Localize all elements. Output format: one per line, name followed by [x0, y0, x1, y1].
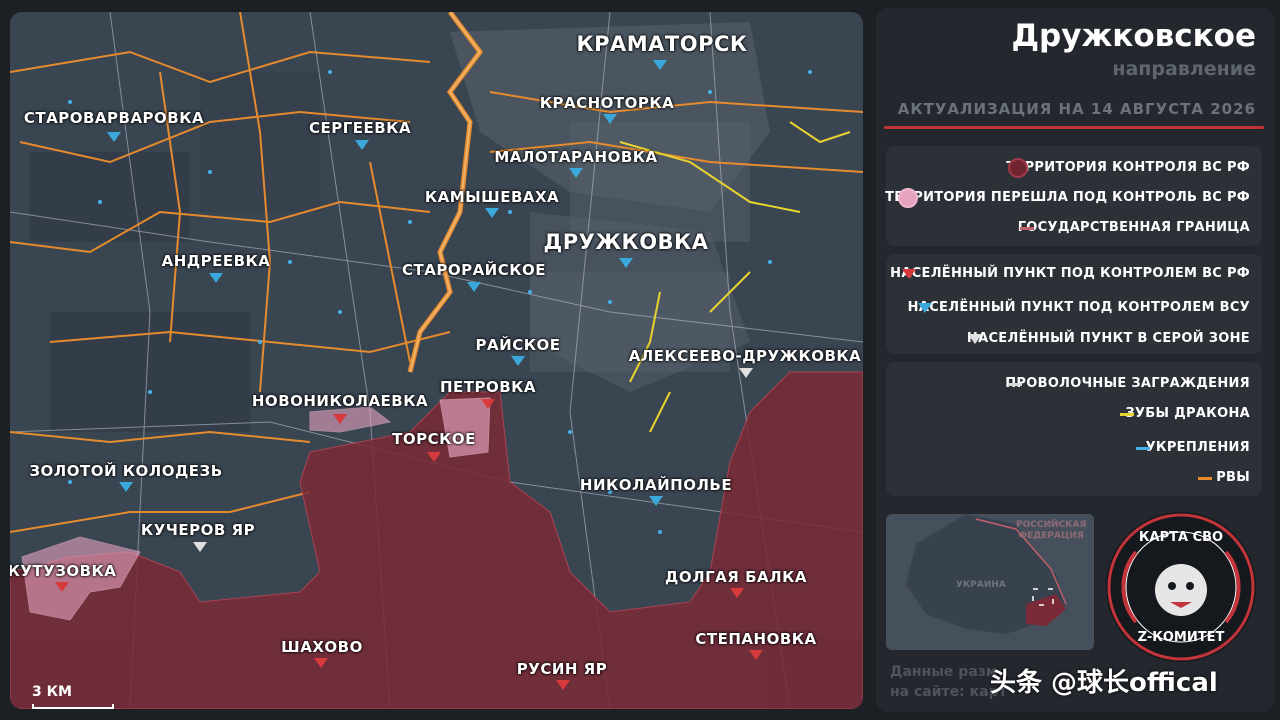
place-label: КУЧЕРОВ ЯР — [140, 521, 256, 539]
border-line-swatch-icon — [1020, 227, 1034, 230]
watermark: 头条 @球长offical — [990, 668, 1218, 698]
place-label: КРАМАТОРСК — [576, 32, 748, 56]
settlement-ru-marker-icon[interactable] — [730, 588, 744, 598]
settlement-ua-marker-icon[interactable] — [209, 273, 223, 283]
legend-item: ТЕРРИТОРИЯ КОНТРОЛЯ ВС РФ — [1006, 160, 1250, 175]
settlement-ru-marker-icon[interactable] — [427, 452, 441, 462]
place-label: ДРУЖКОВКА — [543, 230, 709, 254]
legend-item: РВЫ — [1216, 470, 1250, 485]
settlement-ua-marker-icon[interactable] — [107, 132, 121, 142]
legend-item: НАСЕЛЁННЫЙ ПУНКТ В СЕРОЙ ЗОНЕ — [966, 331, 1250, 346]
ditch-swatch-icon — [1198, 477, 1212, 480]
map-view[interactable]: КРАМАТОРСК СТАРОВАРВАРОВКА СЕРГЕЕВКА КРА… — [10, 12, 863, 709]
legend-item: НАСЕЛЁННЫЙ ПУНКТ ПОД КОНТРОЛЕМ ВСУ — [907, 300, 1250, 315]
place-label: НОВОНИКОЛАЕВКА — [251, 392, 429, 410]
place-label: КУТУЗОВКА — [10, 562, 117, 580]
legend-item: УКРЕПЛЕНИЯ — [1145, 440, 1250, 455]
place-label: РУСИН ЯР — [516, 660, 608, 678]
map-subtitle: направление — [1112, 58, 1256, 80]
settlement-ua-marker-icon[interactable] — [653, 60, 667, 70]
inset-label-russia: РОССИЙСКАЯ ФЕДЕРАЦИЯ — [1016, 520, 1087, 541]
divider — [884, 126, 1264, 129]
place-label: АНДРЕЕВКА — [161, 252, 271, 270]
place-label: РАЙСКОЕ — [475, 336, 561, 354]
ua-settlement-swatch-icon — [918, 303, 932, 313]
settlement-ua-marker-icon[interactable] — [511, 356, 525, 366]
legend-territory-box: ТЕРРИТОРИЯ КОНТРОЛЯ ВС РФ ТЕРРИТОРИЯ ПЕР… — [885, 146, 1262, 246]
update-date: АКТУАЛИЗАЦИЯ НА 14 АВГУСТА 2026 — [897, 100, 1256, 118]
settlement-ru-marker-icon[interactable] — [556, 680, 570, 690]
wire-swatch-icon — [1008, 383, 1022, 386]
place-label: СТЕПАНОВКА — [695, 630, 817, 648]
fortification-swatch-icon — [1136, 447, 1150, 450]
place-label: СТАРОРАЙСКОЕ — [401, 261, 547, 279]
overview-inset-map[interactable]: РОССИЙСКАЯ ФЕДЕРАЦИЯ УКРАИНА — [886, 514, 1094, 650]
gray-settlement-swatch-icon — [968, 334, 982, 344]
legend-item: НАСЕЛЁННЫЙ ПУНКТ ПОД КОНТРОЛЕМ ВС РФ — [890, 266, 1250, 281]
place-label: ДОЛГАЯ БАЛКА — [665, 568, 807, 586]
place-label: СТАРОВАРВАРОВКА — [23, 109, 205, 127]
legend-item: ГОСУДАРСТВЕННАЯ ГРАНИЦА — [1017, 220, 1250, 235]
settlement-ua-marker-icon[interactable] — [355, 140, 369, 150]
legend-item: ПРОВОЛОЧНЫЕ ЗАГРАЖДЕНИЯ — [1005, 376, 1250, 391]
legend-settlement-box: НАСЕЛЁННЫЙ ПУНКТ ПОД КОНТРОЛЕМ ВС РФ НАС… — [886, 254, 1262, 354]
place-label: АЛЕКСЕЕВО-ДРУЖКОВКА — [628, 347, 862, 365]
place-label: ЗОЛОТОЙ КОЛОДЕЗЬ — [29, 462, 223, 480]
settlement-ru-marker-icon[interactable] — [55, 582, 69, 592]
legend-item: ЗУБЫ ДРАКОНА — [1125, 406, 1250, 421]
place-label: КРАСНОТОРКА — [539, 94, 675, 112]
settlement-ua-marker-icon[interactable] — [485, 208, 499, 218]
place-label: ПЕТРОВКА — [439, 378, 537, 396]
logo-top-text: КАРТА СВО — [1138, 530, 1224, 545]
scale-label: 3 КМ — [32, 684, 72, 700]
settlement-ua-marker-icon[interactable] — [569, 168, 583, 178]
logo: КАРТА СВО Z-КОМИТЕТ — [1106, 512, 1256, 662]
settlement-ua-marker-icon[interactable] — [467, 282, 481, 292]
settlement-ru-marker-icon[interactable] — [333, 414, 347, 424]
legend-fortification-box: ПРОВОЛОЧНЫЕ ЗАГРАЖДЕНИЯ ЗУБЫ ДРАКОНА УКР… — [886, 362, 1262, 496]
ru-territory-swatch-icon — [1008, 158, 1028, 178]
ru-settlement-swatch-icon — [902, 269, 916, 279]
map-title: Дружковское — [1011, 18, 1256, 54]
settlement-ua-marker-icon[interactable] — [649, 496, 663, 506]
settlement-ua-marker-icon[interactable] — [603, 114, 617, 124]
new-territory-swatch-icon — [898, 188, 918, 208]
legend-item: ТЕРРИТОРИЯ ПЕРЕШЛА ПОД КОНТРОЛЬ ВС РФ — [885, 190, 1250, 205]
place-label: МАЛОТАРАНОВКА — [494, 148, 658, 166]
settlement-ua-marker-icon[interactable] — [119, 482, 133, 492]
logo-bottom-text: Z-КОМИТЕТ — [1137, 630, 1225, 645]
scale-bar: 3 КМ — [32, 684, 114, 709]
place-label: НИКОЛАЙПОЛЬЕ — [579, 476, 733, 494]
settlement-ru-marker-icon[interactable] — [749, 650, 763, 660]
settlement-ru-marker-icon[interactable] — [481, 399, 495, 409]
place-label: КАМЫШЕВАХА — [424, 188, 560, 206]
settlement-ua-marker-icon[interactable] — [619, 258, 633, 268]
settlement-gray-marker-icon[interactable] — [739, 368, 753, 378]
scale-bar-line — [32, 704, 114, 709]
settlement-ru-marker-icon[interactable] — [314, 658, 328, 668]
place-label: СЕРГЕЕВКА — [308, 119, 412, 137]
place-label: ТОРСКОЕ — [392, 430, 476, 448]
dragon-teeth-swatch-icon — [1120, 413, 1134, 416]
inset-label-ukraine: УКРАИНА — [956, 580, 1006, 590]
place-label: ШАХОВО — [281, 638, 363, 656]
settlement-gray-marker-icon[interactable] — [193, 542, 207, 552]
